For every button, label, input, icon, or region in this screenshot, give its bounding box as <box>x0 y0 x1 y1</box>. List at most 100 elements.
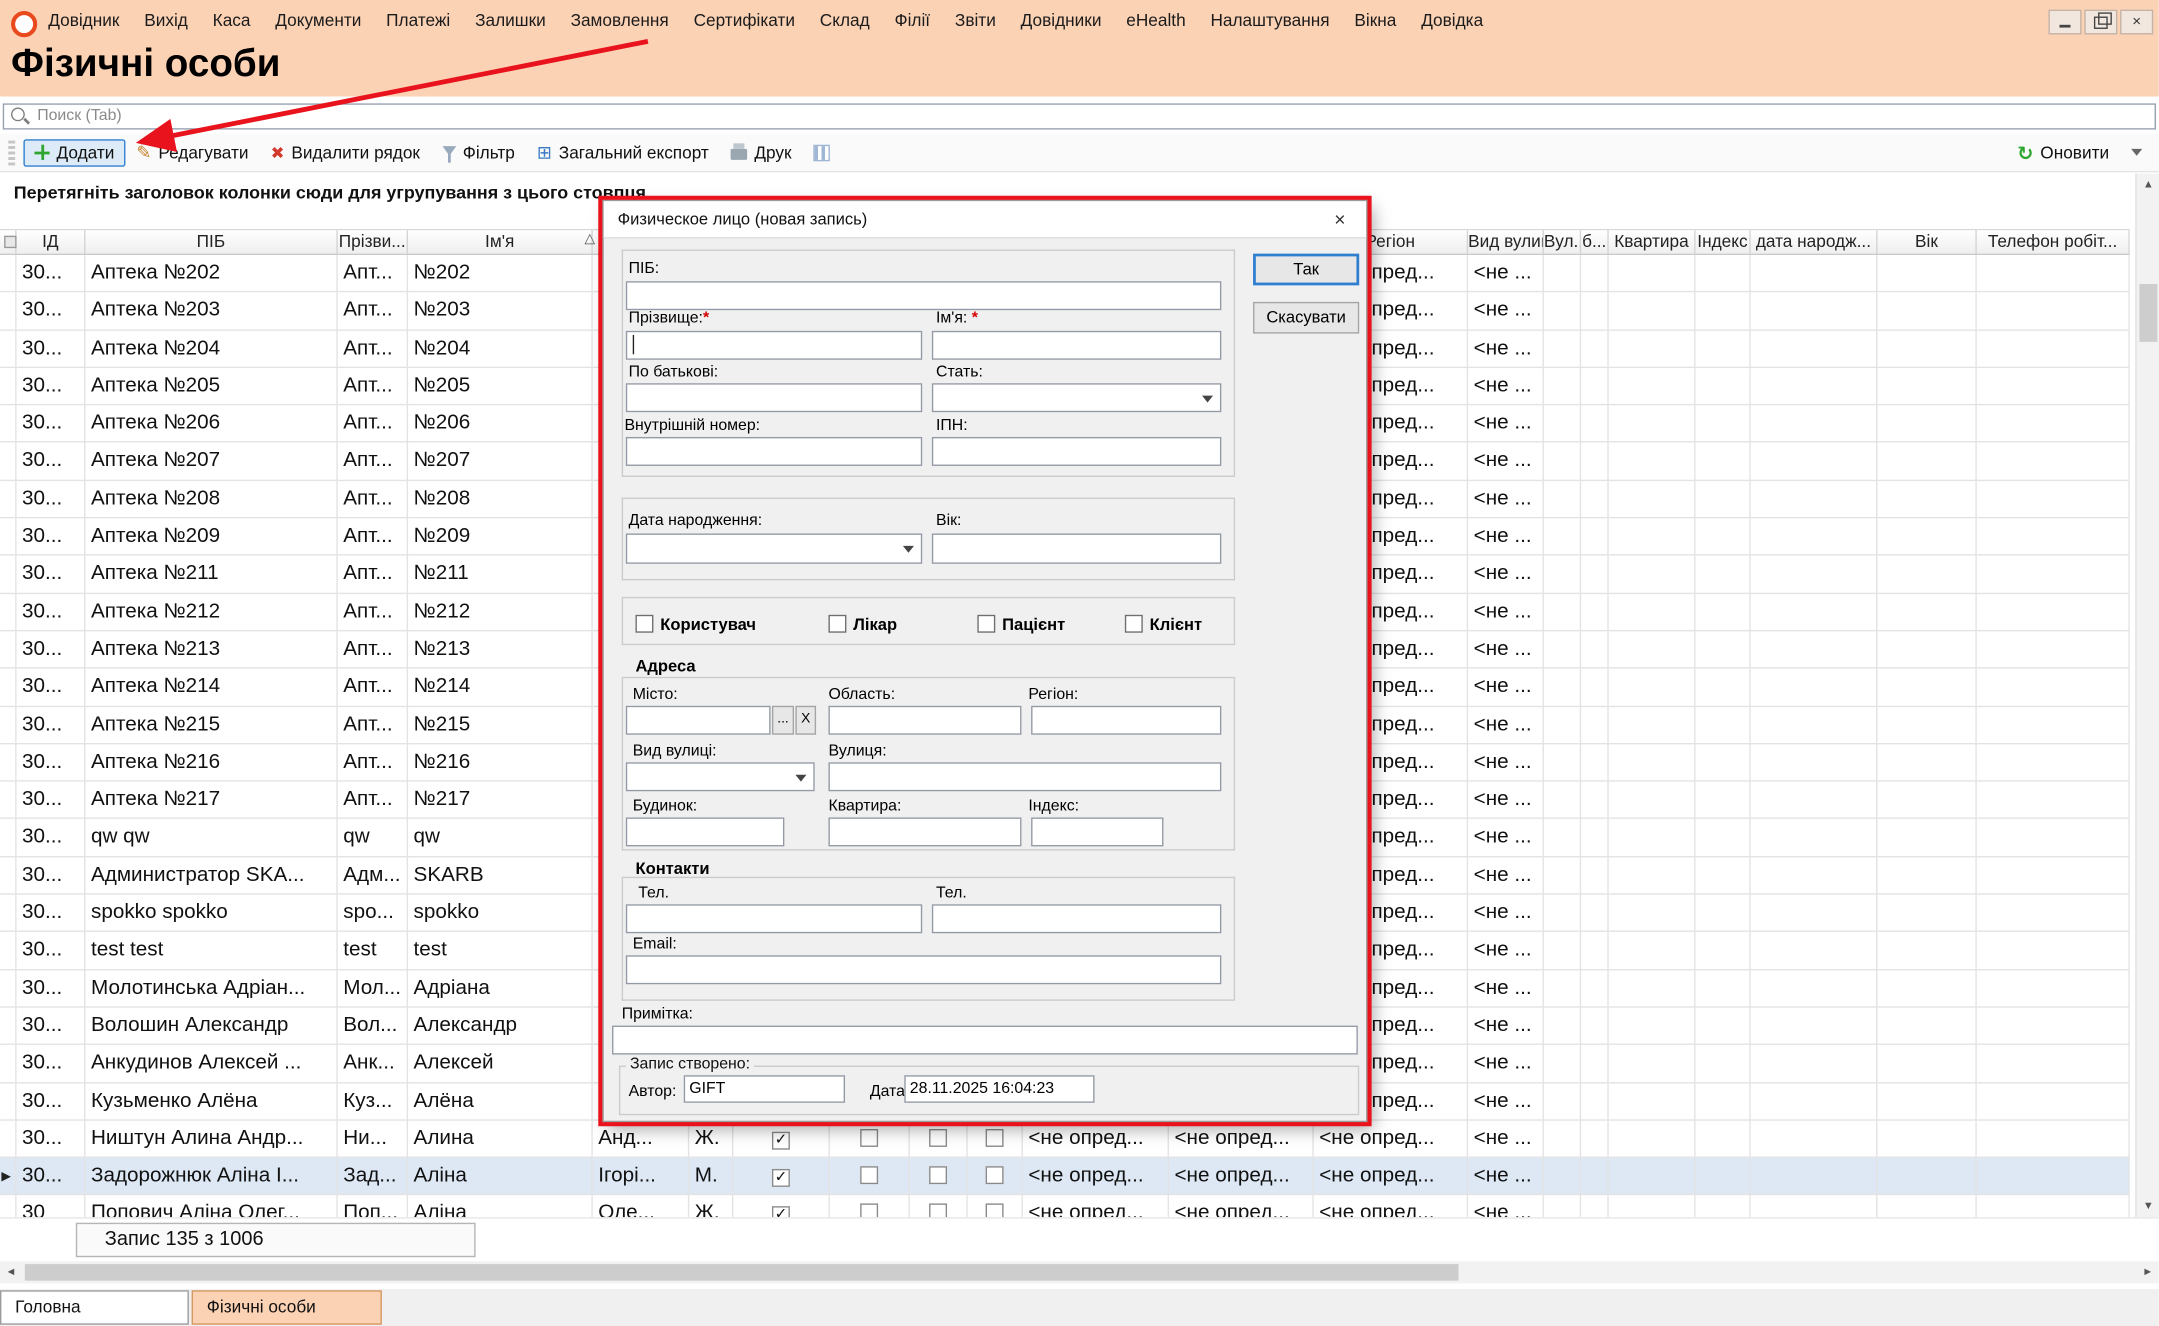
role-checkbox-2[interactable] <box>828 615 846 633</box>
cell-kv[interactable] <box>1609 293 1696 331</box>
cell-tel[interactable] <box>1977 1158 2130 1196</box>
menu-item-3[interactable]: Каса <box>200 0 263 41</box>
cell-priz[interactable]: Анк... <box>338 1045 408 1083</box>
street-type-select[interactable] <box>626 762 815 791</box>
cell-pib[interactable]: Аптека №214 <box>85 669 337 707</box>
cell-ind[interactable] <box>0 556 17 594</box>
cell-pib[interactable]: Молотинська Адріан... <box>85 970 337 1008</box>
cell-dn[interactable] <box>1751 895 1878 933</box>
cell-v[interactable]: <не ... <box>1468 819 1544 857</box>
cell-pib[interactable]: Волошин Александр <box>85 1008 337 1046</box>
cell-tel[interactable] <box>1977 594 2130 632</box>
cancel-button[interactable]: Скасувати <box>1253 302 1359 334</box>
scroll-right-arrow[interactable]: ► <box>2137 1261 2159 1283</box>
cell-kv[interactable] <box>1609 518 1696 556</box>
cell-idx[interactable] <box>1696 669 1751 707</box>
cell-b[interactable] <box>1581 368 1609 406</box>
cell-priz[interactable]: Апт... <box>338 293 408 331</box>
cell-ind[interactable] <box>0 782 17 820</box>
cell-v[interactable]: <не ... <box>1468 1045 1544 1083</box>
author-input[interactable] <box>684 1075 845 1103</box>
cell-im[interactable]: Алёна <box>408 1083 593 1121</box>
print-button[interactable]: Друк <box>720 139 803 167</box>
cell-id[interactable]: 30... <box>17 819 86 857</box>
cell-vul[interactable] <box>1544 443 1581 481</box>
cell-dn[interactable] <box>1751 330 1878 368</box>
cell-v[interactable]: <не ... <box>1468 481 1544 519</box>
cell-vul[interactable] <box>1544 1196 1581 1217</box>
cell-im[interactable]: Аліна <box>408 1158 593 1196</box>
cell-vik[interactable] <box>1878 293 1977 331</box>
cell-kv[interactable] <box>1609 1008 1696 1046</box>
cell-m1[interactable]: <не опред... <box>1023 1158 1169 1196</box>
cell-pib[interactable]: Анкудинов Алексей ... <box>85 1045 337 1083</box>
cell-tel[interactable] <box>1977 1008 2130 1046</box>
cell-vik[interactable] <box>1878 1083 1977 1121</box>
cell-im[interactable]: №216 <box>408 744 593 782</box>
cell-id[interactable]: 30... <box>17 255 86 293</box>
cell-vul[interactable] <box>1544 368 1581 406</box>
patronymic-input[interactable] <box>626 383 922 412</box>
cell-v[interactable]: <не ... <box>1468 1008 1544 1046</box>
export-button[interactable]: ⊞ Загальний експорт <box>526 139 720 167</box>
cell-dn[interactable] <box>1751 782 1878 820</box>
cell-m2[interactable]: <не опред... <box>1169 1120 1314 1158</box>
cell-im[interactable]: Александр <box>408 1008 593 1046</box>
cell-vik[interactable] <box>1878 1120 1977 1158</box>
cell-v[interactable]: <не ... <box>1468 518 1544 556</box>
cell-kv[interactable] <box>1609 330 1696 368</box>
cell-tel[interactable] <box>1977 556 2130 594</box>
cell-dn[interactable] <box>1751 406 1878 444</box>
cell-dn[interactable] <box>1751 1045 1878 1083</box>
refresh-button[interactable]: ↻ Оновити <box>2006 139 2120 167</box>
cell-v[interactable]: <не ... <box>1468 782 1544 820</box>
cell-b[interactable] <box>1581 857 1609 895</box>
cell-priz[interactable]: Апт... <box>338 406 408 444</box>
cell-vik[interactable] <box>1878 970 1977 1008</box>
cell-im[interactable]: №217 <box>408 782 593 820</box>
cell-tel[interactable] <box>1977 330 2130 368</box>
cell-vik[interactable] <box>1878 744 1977 782</box>
cell-vul[interactable] <box>1544 1120 1581 1158</box>
menu-item-7[interactable]: Замовлення <box>558 0 681 41</box>
cell-id[interactable]: 30... <box>17 594 86 632</box>
cell-idx[interactable] <box>1696 819 1751 857</box>
horizontal-scrollbar[interactable]: ◄ ► <box>0 1261 2159 1283</box>
cell-c1[interactable]: ✓ <box>733 1120 829 1158</box>
cell-dn[interactable] <box>1751 1158 1878 1196</box>
cell-vul[interactable] <box>1544 1158 1581 1196</box>
cell-m3[interactable]: <не опред... <box>1314 1196 1468 1217</box>
menu-item-11[interactable]: Звіти <box>943 0 1009 41</box>
cell-kv[interactable] <box>1609 932 1696 970</box>
cell-im[interactable]: Алексей <box>408 1045 593 1083</box>
cell-dn[interactable] <box>1751 744 1878 782</box>
cell-dn[interactable] <box>1751 594 1878 632</box>
cell-tel[interactable] <box>1977 631 2130 669</box>
cell-id[interactable]: 30... <box>17 932 86 970</box>
cell-idx[interactable] <box>1696 631 1751 669</box>
cell-tel[interactable] <box>1977 406 2130 444</box>
cell-tel[interactable] <box>1977 518 2130 556</box>
menu-item-14[interactable]: Налаштування <box>1198 0 1342 41</box>
cell-b[interactable] <box>1581 556 1609 594</box>
cell-ind[interactable] <box>0 669 17 707</box>
cell-c2[interactable] <box>830 1196 910 1217</box>
cell-id[interactable]: 30... <box>17 782 86 820</box>
apartment-input[interactable] <box>828 817 1021 846</box>
cell-priz[interactable]: spo... <box>338 895 408 933</box>
cell-pob[interactable]: Оле... <box>593 1196 689 1217</box>
city-input[interactable] <box>626 706 771 735</box>
cell-pib[interactable]: Администратор SKA... <box>85 857 337 895</box>
cell-idx[interactable] <box>1696 293 1751 331</box>
cell-vul[interactable] <box>1544 255 1581 293</box>
created-date-input[interactable] <box>904 1075 1094 1103</box>
cell-vik[interactable] <box>1878 819 1977 857</box>
cell-v[interactable]: <не ... <box>1468 330 1544 368</box>
cell-priz[interactable]: Апт... <box>338 594 408 632</box>
cell-im[interactable]: №203 <box>408 293 593 331</box>
cell-ind[interactable] <box>0 293 17 331</box>
cell-idx[interactable] <box>1696 1120 1751 1158</box>
cell-kv[interactable] <box>1609 1158 1696 1196</box>
cell-idx[interactable] <box>1696 1158 1751 1196</box>
cell-tel[interactable] <box>1977 368 2130 406</box>
